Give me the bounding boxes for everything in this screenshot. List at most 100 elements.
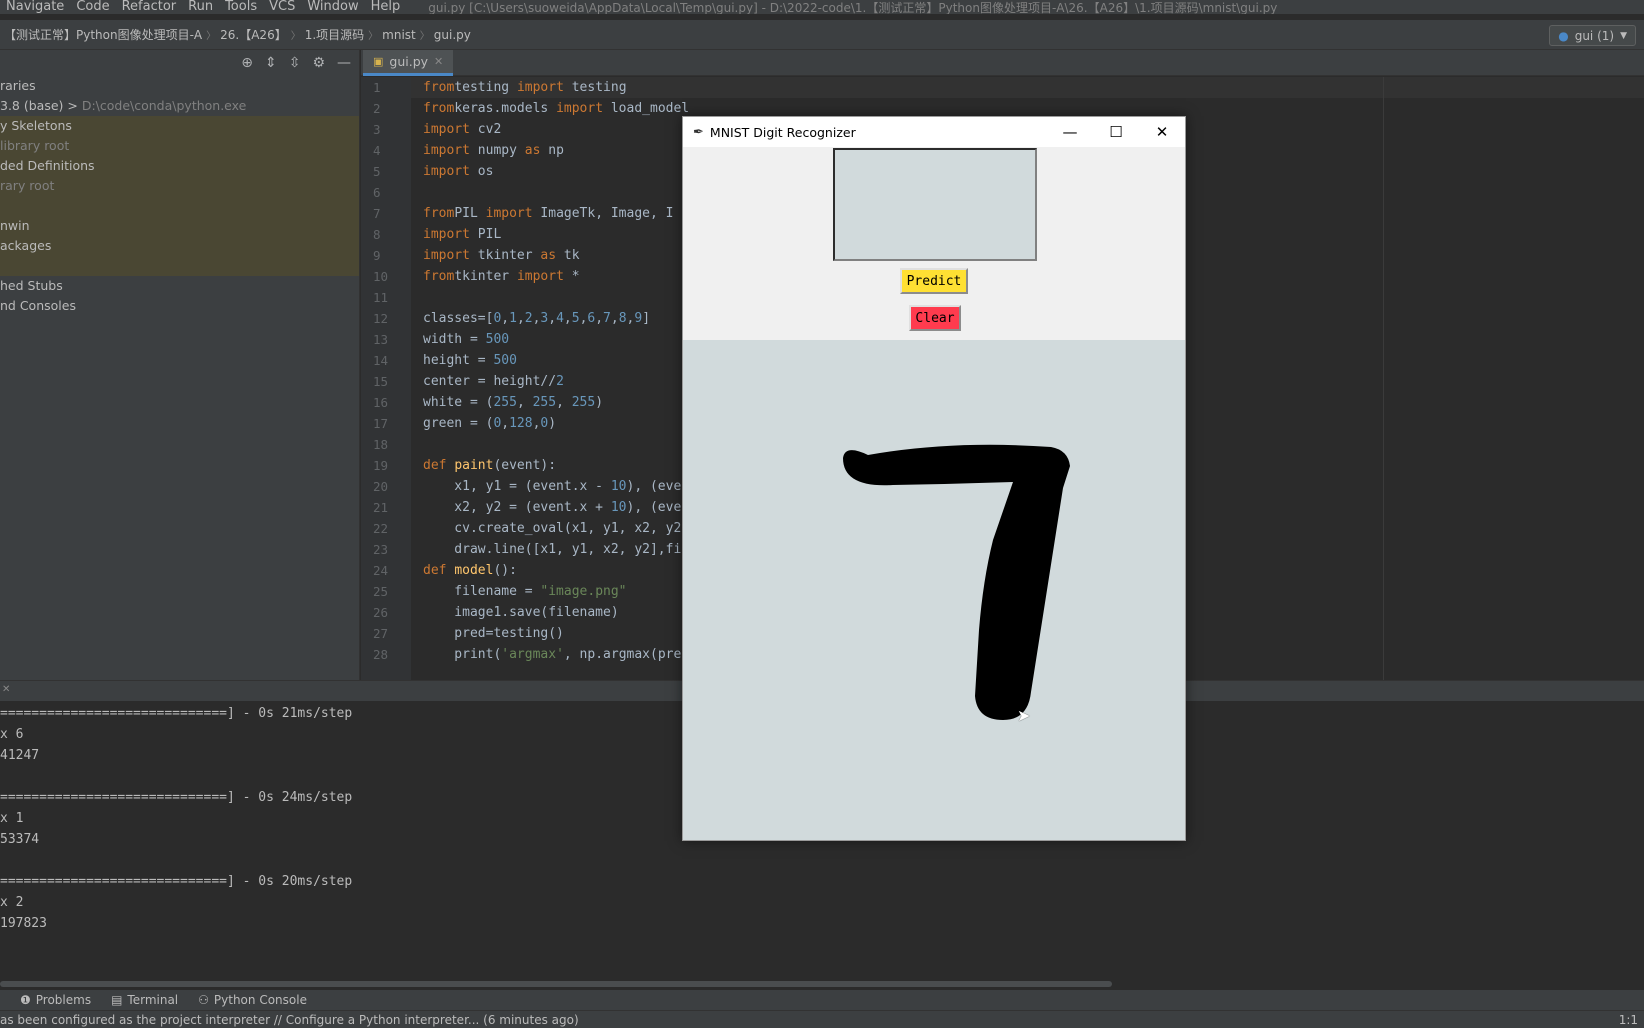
line-number: 4	[373, 143, 381, 158]
clear-button[interactable]: Clear	[909, 305, 961, 331]
code-token: ), (eve	[626, 500, 682, 515]
project-toolbar: ⊕ ⇕ ⇳ ⚙ —	[0, 50, 359, 76]
tree-item[interactable]: ackages	[0, 236, 359, 256]
tree-item-label: nwin	[0, 218, 30, 233]
code-token: print(	[423, 647, 502, 662]
code-token: from	[423, 80, 455, 95]
problems-tab[interactable]: ❶ Problems	[20, 993, 91, 1007]
collapse-all-icon[interactable]: ⇳	[289, 55, 301, 71]
line-number: 8	[373, 227, 381, 242]
python-icon: ●	[1558, 28, 1569, 43]
code-token: 128	[509, 416, 533, 431]
status-message[interactable]: as been configured as the project interp…	[0, 1013, 579, 1027]
menu-tools[interactable]: Tools	[219, 0, 263, 14]
terminal-icon: ▤	[111, 993, 123, 1007]
tree-item[interactable]: y Skeletons	[0, 116, 359, 136]
menu-run[interactable]: Run	[182, 0, 219, 14]
tree-item[interactable]: 3.8 (base) > D:\code\conda\python.exe	[0, 96, 359, 116]
minimize-button[interactable]: —	[1047, 117, 1093, 147]
gear-icon[interactable]: ⚙	[312, 55, 325, 71]
code-token: draw.line([x1, y1, x2, y2],fi	[423, 542, 682, 557]
code-token: from	[423, 206, 455, 221]
code-token: import	[423, 164, 470, 179]
code-token: 1	[509, 311, 517, 326]
code-token: 7	[603, 311, 611, 326]
terminal-tab[interactable]: ▤ Terminal	[111, 993, 178, 1007]
close-button[interactable]: ✕	[1139, 117, 1185, 147]
code-token: np	[540, 143, 564, 158]
line-number: 22	[373, 521, 389, 536]
line-number: 18	[373, 437, 389, 452]
tree-item[interactable]	[0, 256, 359, 276]
run-config-selector[interactable]: ● gui (1) ▼	[1549, 25, 1636, 46]
line-number: 9	[373, 248, 381, 263]
code-token: 255	[493, 395, 517, 410]
code-token: 9	[634, 311, 643, 326]
close-icon[interactable]: ✕	[434, 55, 443, 68]
menu-vcs[interactable]: VCS	[263, 0, 301, 14]
code-token: height =	[423, 353, 494, 368]
maximize-button[interactable]: ☐	[1093, 117, 1139, 147]
code-token: ,	[610, 311, 619, 326]
problems-label: Problems	[35, 993, 92, 1007]
line-number: 20	[373, 479, 389, 494]
tree-item[interactable]: raries	[0, 76, 359, 96]
close-icon[interactable]: ✕	[0, 684, 10, 695]
line-number: 13	[373, 332, 389, 347]
code-line[interactable]: fromtesting import testing	[423, 77, 1623, 98]
code-token: ), (eve	[626, 479, 682, 494]
code-token: classes=[	[423, 311, 494, 326]
menu-bar: Navigate Code Refactor Run Tools VCS Window Hel…	[0, 0, 1644, 14]
code-token: 4	[556, 311, 564, 326]
mnist-window: ✒ MNIST Digit Recognizer — ☐ ✕ Predict C…	[682, 116, 1186, 841]
menu-navigate[interactable]: Navigate	[0, 0, 70, 14]
hide-icon[interactable]: —	[337, 55, 351, 71]
cursor-position[interactable]: 1:1	[1619, 1013, 1638, 1027]
breadcrumb-item[interactable]: 1.项目源码	[301, 26, 368, 43]
python-console-tab[interactable]: ⚇ Python Console	[198, 993, 307, 1007]
line-number: 6	[373, 185, 381, 200]
horizontal-scrollbar[interactable]	[0, 981, 1112, 987]
code-token: 255	[571, 395, 596, 410]
menu-window[interactable]: Window	[301, 0, 364, 14]
code-token: cv.create_oval(x1, y1, x2, y2	[423, 521, 682, 536]
expand-all-icon[interactable]: ⇕	[265, 55, 277, 71]
line-number: 24	[373, 563, 389, 578]
tree-item[interactable]: ded Definitions	[0, 156, 359, 176]
breadcrumb-item[interactable]: mnist	[378, 28, 420, 42]
tree-item[interactable]: rary root	[0, 176, 359, 196]
minimize-icon: —	[1062, 123, 1078, 141]
chevron-down-icon: ▼	[1620, 30, 1627, 41]
breadcrumb-item[interactable]: 【测试正常】Python图像处理项目-A	[0, 26, 206, 43]
code-token: 10	[610, 479, 627, 494]
menu-help[interactable]: Help	[365, 0, 407, 14]
breadcrumb-item[interactable]: 26.【A26】	[216, 26, 291, 43]
tree-item-path: rary root	[0, 178, 55, 193]
code-token: numpy	[469, 143, 525, 158]
tree-item-label: ded Definitions	[0, 158, 95, 173]
code-token: tkinter	[454, 269, 517, 284]
menu-code[interactable]: Code	[70, 0, 115, 14]
code-token: ,	[501, 311, 510, 326]
window-titlebar[interactable]: ✒ MNIST Digit Recognizer — ☐ ✕	[683, 117, 1185, 147]
tree-item[interactable]: hed Stubs	[0, 276, 359, 296]
tab-gui-py[interactable]: ▣ gui.py ✕	[363, 50, 454, 76]
menu-refactor[interactable]: Refactor	[116, 0, 183, 14]
window-title: MNIST Digit Recognizer	[709, 124, 856, 140]
predict-button[interactable]: Predict	[900, 268, 968, 294]
line-number: 17	[373, 416, 389, 431]
breadcrumb-item[interactable]: gui.py	[430, 28, 475, 42]
code-token: ,	[595, 311, 604, 326]
tree-item[interactable]	[0, 196, 359, 216]
code-token: 500	[485, 332, 510, 347]
code-token: keras.models	[454, 101, 557, 116]
code-token: (event):	[493, 458, 557, 473]
locate-icon[interactable]: ⊕	[241, 55, 253, 71]
tree-item[interactable]: library root	[0, 136, 359, 156]
code-token: ImageTk, Image, I	[532, 206, 674, 221]
drawing-canvas[interactable]: ➤	[683, 340, 1185, 840]
tree-item[interactable]: nd Consoles	[0, 296, 359, 316]
breadcrumb-separator-icon: 〉	[368, 31, 379, 42]
code-token: import	[423, 143, 470, 158]
tree-item[interactable]: nwin	[0, 216, 359, 236]
